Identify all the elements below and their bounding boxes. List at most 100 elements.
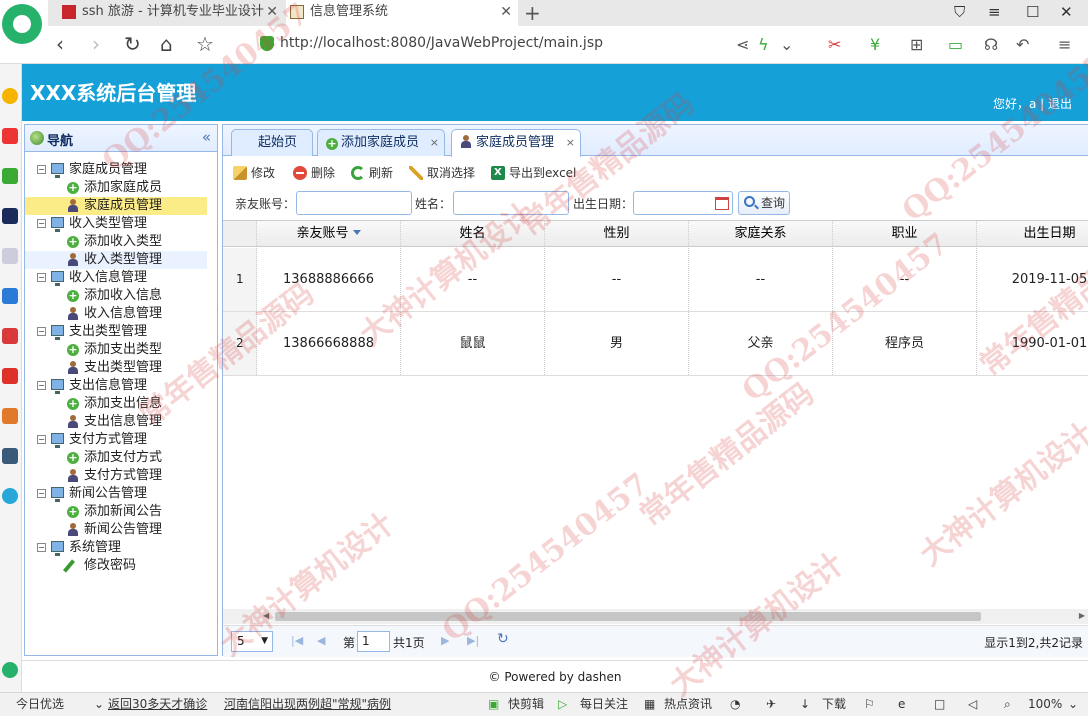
scroll-left-icon[interactable]: ◀ — [263, 611, 269, 620]
nav-item[interactable]: 新闻公告管理 — [25, 521, 207, 539]
nav-group[interactable]: − 支出类型管理 — [25, 323, 207, 341]
tree-toggle-icon[interactable]: − — [37, 273, 46, 282]
tree-toggle-icon[interactable]: − — [37, 327, 46, 336]
zoom-level[interactable]: 100% — [1028, 693, 1062, 716]
tree-toggle-icon[interactable]: − — [37, 219, 46, 228]
kuaijian-link[interactable]: 快剪辑 — [508, 693, 544, 716]
news-link-1[interactable]: 返回30多天才确诊 — [108, 693, 207, 716]
new-tab-button[interactable]: + — [524, 0, 541, 26]
tree-toggle-icon[interactable]: − — [37, 381, 46, 390]
maximize-icon[interactable]: ☐ — [1026, 0, 1039, 24]
browser-tool-icon[interactable] — [2, 662, 18, 678]
column-header[interactable]: 姓名 — [401, 221, 545, 246]
account-input[interactable] — [296, 191, 412, 215]
scroll-thumb[interactable] — [275, 612, 981, 621]
first-page-icon[interactable]: |◀ — [291, 634, 303, 648]
table-row[interactable]: 2 13866668888 鼠鼠男父亲 程序员 1990-01-01 — [223, 312, 1088, 376]
ie-icon[interactable]: e — [898, 693, 905, 716]
weibo-icon[interactable] — [2, 128, 18, 144]
hot-news-icon[interactable]: ▦ — [644, 693, 655, 716]
nav-group[interactable]: − 支出信息管理 — [25, 377, 207, 395]
window-icon[interactable]: □ — [934, 693, 945, 716]
column-header[interactable]: 职业 — [833, 221, 977, 246]
volume-icon[interactable]: ◁ — [968, 693, 977, 716]
today-picks[interactable]: 今日优选 — [16, 693, 64, 716]
hamburger-menu-icon[interactable]: ≡ — [1058, 35, 1071, 55]
speed-icon[interactable]: ◔ — [730, 693, 740, 716]
birth-date-input[interactable] — [633, 191, 733, 215]
download-link[interactable]: 下载 — [822, 693, 846, 716]
last-page-icon[interactable]: ▶| — [467, 634, 479, 648]
home-icon[interactable]: ⌂ — [160, 32, 173, 56]
sort-desc-icon[interactable] — [352, 230, 361, 235]
hot-news-link[interactable]: 热点资讯 — [664, 693, 712, 716]
reload-icon[interactable]: ↻ — [124, 32, 141, 56]
chevron-down-icon[interactable]: ⌄ — [780, 35, 793, 55]
column-header[interactable]: 性别 — [545, 221, 689, 246]
page-number-input[interactable]: 1 — [357, 631, 390, 652]
wallet-icon[interactable]: ¥ — [870, 35, 880, 55]
scissors-icon[interactable]: ✂ — [828, 35, 841, 55]
close-tab-icon[interactable]: × — [566, 130, 575, 155]
pay-icon[interactable] — [2, 488, 18, 504]
name-input[interactable] — [453, 191, 569, 215]
lightning-icon[interactable]: ϟ — [758, 35, 769, 55]
menu-icon[interactable]: ≡ — [988, 0, 1001, 24]
nav-item[interactable]: + 添加新闻公告 — [25, 503, 207, 521]
favorites-star-icon[interactable] — [2, 88, 18, 104]
page-size-select[interactable]: 5 ▼ — [231, 631, 273, 652]
delete-button[interactable]: 删除 — [293, 163, 335, 183]
nav-item[interactable]: 支出信息管理 — [25, 413, 207, 431]
nav-group[interactable]: − 系统管理 — [25, 539, 207, 557]
headphones-icon[interactable]: ☊ — [984, 35, 998, 55]
tab-home[interactable]: 起始页 — [231, 129, 313, 156]
close-window-icon[interactable]: ✕ — [1060, 0, 1073, 24]
query-button[interactable]: 查询 — [738, 191, 790, 215]
nav-item[interactable]: + 添加支付方式 — [25, 449, 207, 467]
app-shortcut-icon[interactable] — [2, 208, 18, 224]
daily-focus-link[interactable]: 每日关注 — [580, 693, 628, 716]
column-header[interactable]: 亲友账号 — [257, 221, 401, 246]
close-tab-icon[interactable]: ✕ — [500, 0, 512, 24]
message-icon[interactable] — [2, 288, 18, 304]
nav-item[interactable]: 支出类型管理 — [25, 359, 207, 377]
nav-group[interactable]: − 家庭成员管理 — [25, 161, 207, 179]
prev-page-icon[interactable]: ◀ — [317, 634, 325, 648]
nav-group[interactable]: − 新闻公告管理 — [25, 485, 207, 503]
battery-icon[interactable]: ▭ — [948, 35, 963, 55]
mail-icon[interactable] — [2, 168, 18, 184]
close-tab-icon[interactable]: ✕ — [266, 0, 278, 24]
nav-item[interactable]: + 添加收入信息 — [25, 287, 207, 305]
column-header[interactable]: 出生日期 — [977, 221, 1088, 246]
nav-item[interactable]: + 添加家庭成员 — [25, 179, 207, 197]
nav-item[interactable]: 收入类型管理 — [25, 251, 207, 269]
nav-item[interactable]: 修改密码 — [25, 557, 207, 575]
nav-group[interactable]: − 收入类型管理 — [25, 215, 207, 233]
refresh-button[interactable]: 刷新 — [351, 163, 393, 183]
nav-item[interactable]: 家庭成员管理 — [25, 197, 207, 215]
share-icon[interactable]: ⋖ — [736, 35, 749, 55]
flag-icon[interactable]: ⚐ — [864, 693, 875, 716]
zoom-search-icon[interactable]: ⌕ — [1004, 693, 1011, 716]
user-greeting-logout[interactable]: 您好，a | 退出 — [993, 95, 1072, 112]
nav-item[interactable]: 支付方式管理 — [25, 467, 207, 485]
news-link-2[interactable]: 河南信阳出现两例超"常规"病例 — [224, 693, 391, 716]
nav-item[interactable]: + 添加支出类型 — [25, 341, 207, 359]
task-icon[interactable] — [2, 368, 18, 384]
tree-toggle-icon[interactable]: − — [37, 165, 46, 174]
chevron-down-icon[interactable]: ⌄ — [94, 693, 104, 716]
tree-toggle-icon[interactable]: − — [37, 489, 46, 498]
game-icon[interactable] — [2, 408, 18, 424]
chevron-down-icon[interactable]: ⌄ — [1068, 693, 1078, 716]
video-edit-icon[interactable]: ▣ — [488, 693, 499, 716]
download-arrow-icon[interactable]: ↓ — [800, 693, 810, 716]
next-page-icon[interactable]: ▶ — [441, 634, 449, 648]
tree-toggle-icon[interactable]: − — [37, 543, 46, 552]
unselect-button[interactable]: 取消选择 — [409, 163, 475, 183]
star-icon[interactable]: ☆ — [196, 32, 214, 56]
export-excel-button[interactable]: 导出到excel — [491, 163, 576, 183]
apps-grid-icon[interactable]: ⊞ — [910, 35, 923, 55]
tab-add-member[interactable]: + 添加家庭成员 × — [317, 129, 445, 156]
browser-tab-active[interactable]: 信息管理系统 ✕ — [286, 0, 518, 26]
collapse-panel-icon[interactable]: « — [202, 128, 211, 146]
